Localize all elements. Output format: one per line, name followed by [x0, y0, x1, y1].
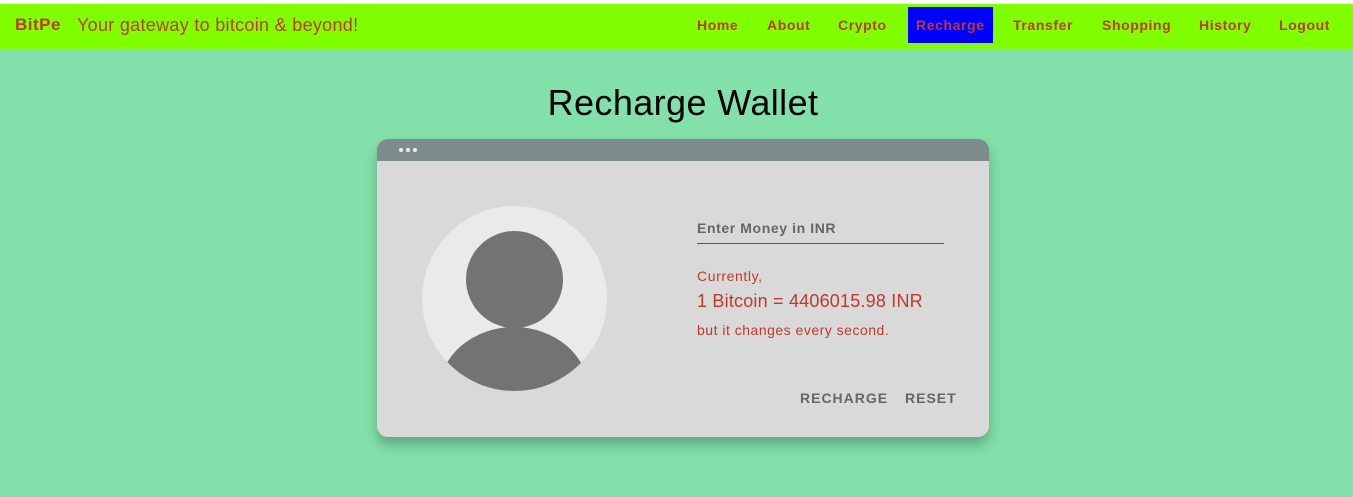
nav-link-shopping[interactable]: Shopping [1102, 17, 1171, 33]
nav-link-crypto[interactable]: Crypto [838, 17, 887, 33]
nav-link-transfer[interactable]: Transfer [1013, 17, 1073, 33]
tagline: Your gateway to bitcoin & beyond! [77, 15, 359, 35]
rate-intro: Currently, [697, 268, 763, 284]
brand-logo[interactable]: BitPe [15, 15, 61, 35]
navbar: BitPe Your gateway to bitcoin & beyond! … [0, 4, 1353, 49]
dot [399, 148, 403, 152]
nav-link-logout[interactable]: Logout [1279, 17, 1330, 33]
nav-link-recharge[interactable]: Recharge [908, 7, 993, 43]
nav-link-home[interactable]: Home [697, 17, 738, 33]
page-title: Recharge Wallet [547, 82, 819, 124]
page: BitPe Your gateway to bitcoin & beyond! … [0, 0, 1353, 497]
user-avatar-icon [422, 206, 607, 391]
avatar-head [466, 231, 563, 328]
nav-link-history[interactable]: History [1199, 17, 1251, 33]
card-title-bar [377, 139, 989, 161]
dot [413, 148, 417, 152]
nav-link-about[interactable]: About [767, 17, 810, 33]
bitcoin-rate: 1 Bitcoin = 4406015.98 INR [697, 291, 923, 311]
amount-input[interactable] [697, 212, 944, 244]
recharge-button[interactable]: RECHARGE [800, 390, 888, 406]
avatar-body [439, 327, 589, 391]
dot [406, 148, 410, 152]
recharge-card: Currently, 1 Bitcoin = 4406015.98 INR bu… [377, 139, 989, 437]
reset-button[interactable]: RESET [905, 390, 957, 406]
rate-disclaimer: but it changes every second. [697, 322, 890, 338]
